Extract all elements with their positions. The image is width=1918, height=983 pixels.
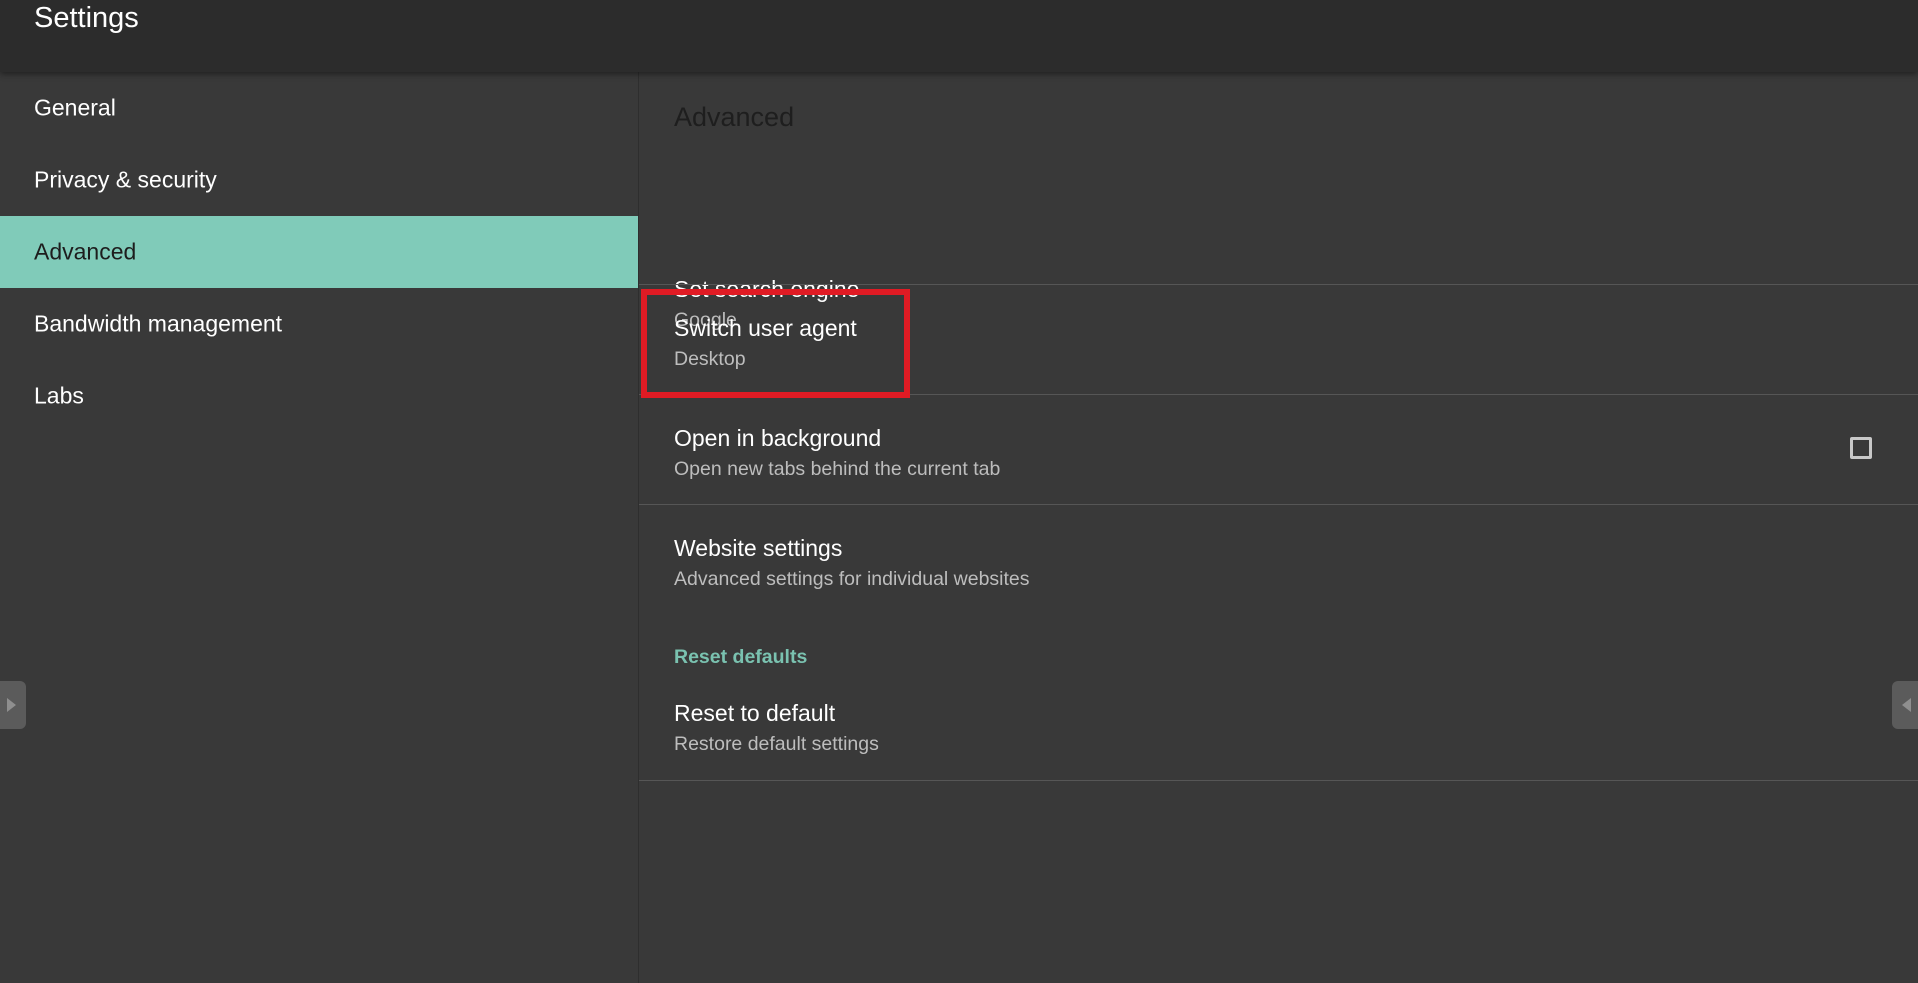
website-settings-preference[interactable]: Website settings Advanced settings for i… <box>639 505 1918 615</box>
chevron-right-icon <box>7 698 16 712</box>
app-bar: Settings <box>0 0 1918 72</box>
reset-to-default-preference[interactable]: Reset to default Restore default setting… <box>639 670 1918 780</box>
reset-defaults-category: Reset defaults <box>674 646 808 668</box>
section-heading: Advanced <box>674 102 795 132</box>
settings-sidebar: General Privacy & security Advanced Band… <box>0 72 638 983</box>
preference-summary: Advanced settings for individual website… <box>674 568 1030 590</box>
switch-user-agent-preference[interactable]: Switch user agent Desktop <box>639 285 1918 395</box>
sidebar-item-label: Privacy & security <box>34 166 217 193</box>
sidebar-item-label: General <box>34 94 116 121</box>
sidebar-item-label: Labs <box>34 382 84 409</box>
open-in-background-preference[interactable]: Open in background Open new tabs behind … <box>639 395 1918 505</box>
sidebar-item-general[interactable]: General <box>0 72 638 144</box>
preference-title: Switch user agent <box>674 315 857 341</box>
open-in-background-checkbox[interactable] <box>1850 437 1872 459</box>
left-edge-handle[interactable] <box>0 681 26 729</box>
settings-window: Settings General Privacy & security Adva… <box>0 0 1918 983</box>
sidebar-item-bandwidth-management[interactable]: Bandwidth management <box>0 288 638 360</box>
preference-summary: Desktop <box>674 348 746 370</box>
preference-summary: Restore default settings <box>674 733 879 755</box>
preference-title: Reset to default <box>674 700 836 726</box>
sidebar-item-labs[interactable]: Labs <box>0 360 638 432</box>
divider <box>639 780 1918 781</box>
advanced-settings-pane: Advanced Set search engine Google Switch… <box>639 72 1918 983</box>
sidebar-item-label: Advanced <box>34 238 137 265</box>
preference-title: Website settings <box>674 535 843 561</box>
page-title: Settings <box>34 2 139 34</box>
chevron-left-icon <box>1902 698 1911 712</box>
preference-title: Open in background <box>674 425 882 451</box>
right-edge-handle[interactable] <box>1892 681 1918 729</box>
preference-summary: Open new tabs behind the current tab <box>674 458 1001 480</box>
sidebar-item-privacy-security[interactable]: Privacy & security <box>0 144 638 216</box>
sidebar-item-label: Bandwidth management <box>34 310 283 337</box>
sidebar-item-advanced[interactable]: Advanced <box>0 216 638 288</box>
